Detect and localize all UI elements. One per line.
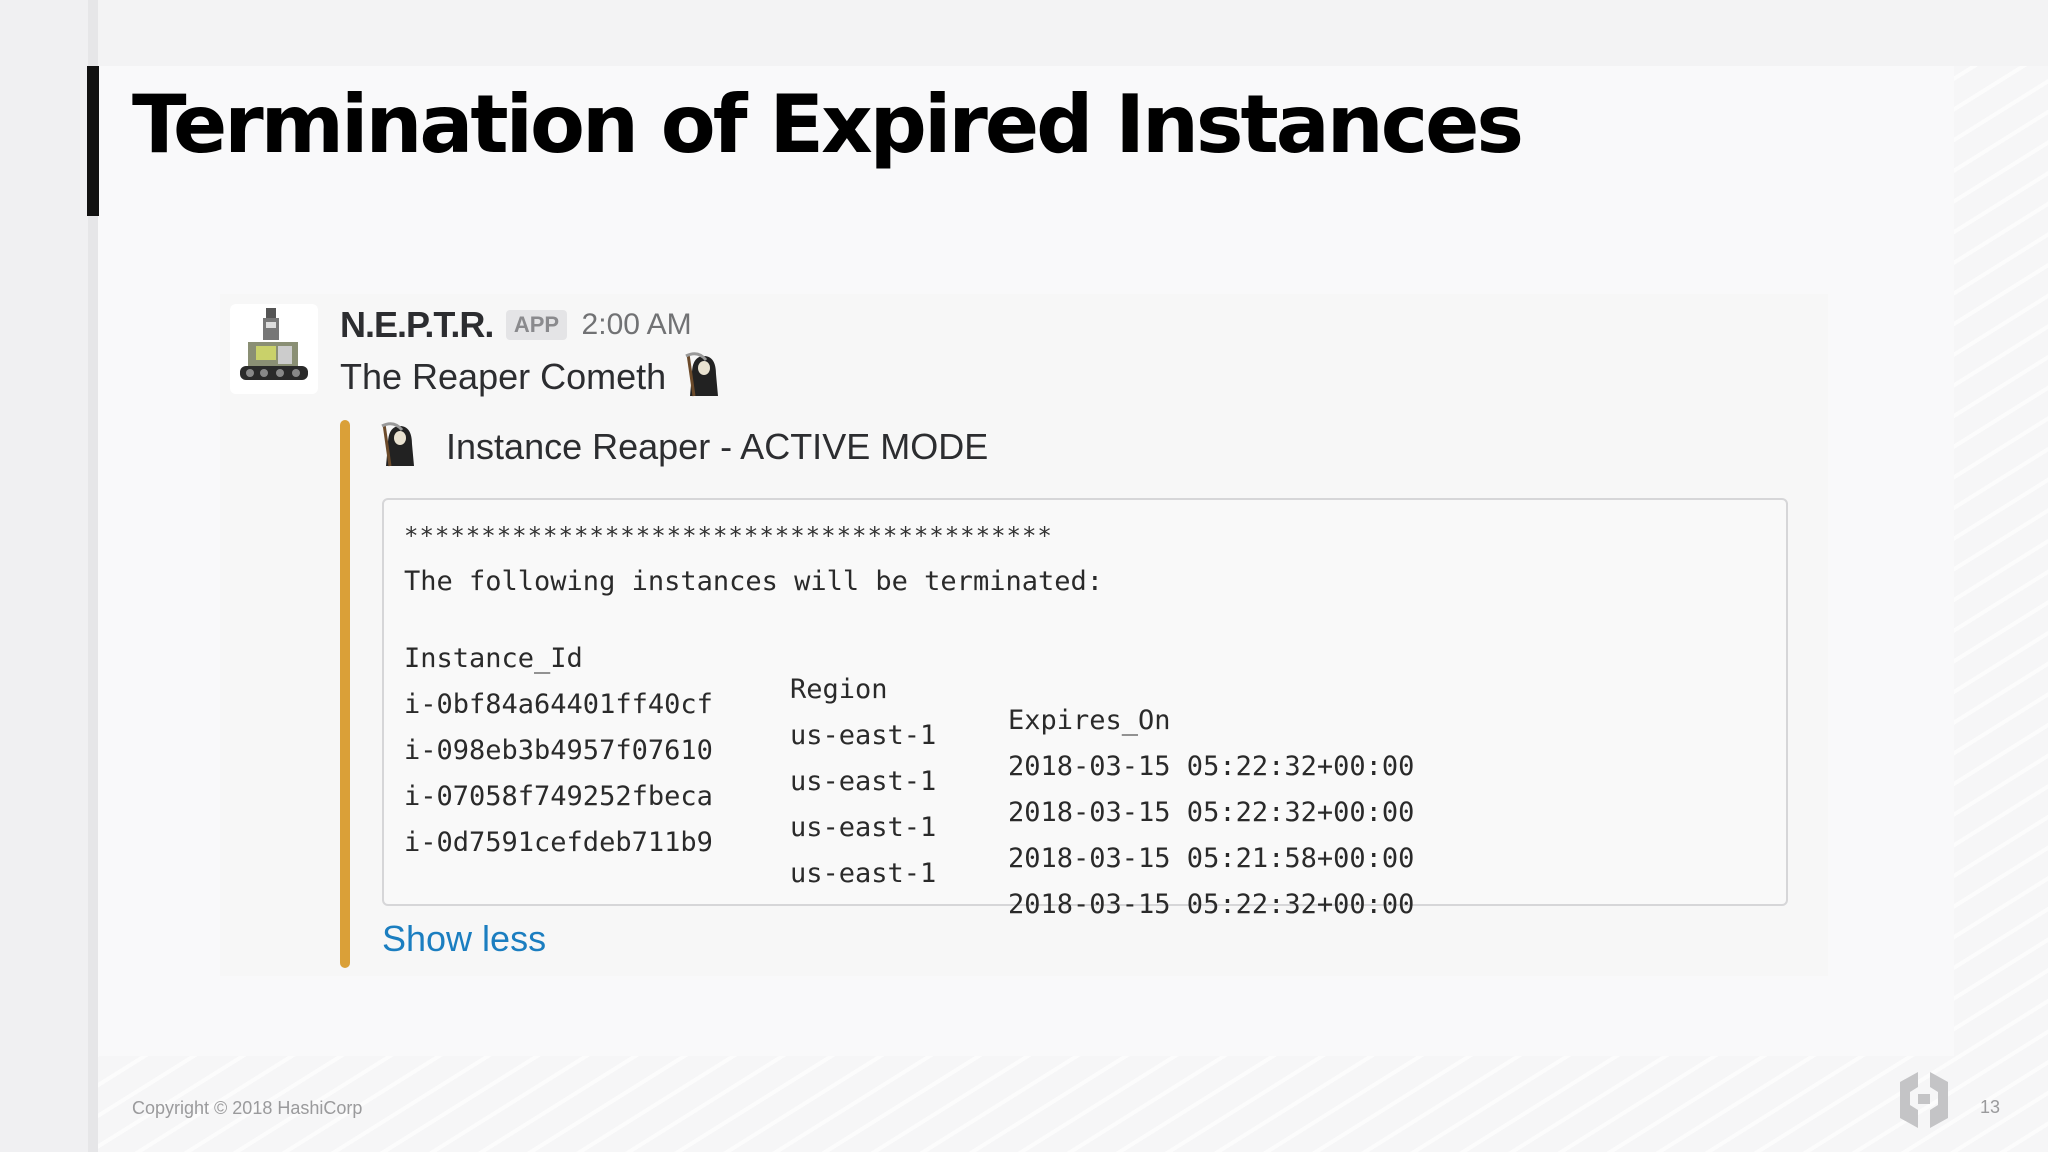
attachment-title: Instance Reaper - ACTIVE MODE xyxy=(446,426,989,468)
table-row: i-0d7591cefdeb711b9 us-east-1 2018-03-15… xyxy=(384,796,1784,920)
top-strip xyxy=(98,0,2048,66)
attachment-accent-bar xyxy=(340,420,350,968)
message-text-row: The Reaper Cometh xyxy=(340,352,724,407)
grim-reaper-icon xyxy=(684,352,724,407)
instance-expires: 2018-03-15 05:22:32+00:00 xyxy=(1008,889,1415,920)
slack-message-card: N.E.P.T.R. APP 2:00 AM The Reaper Cometh… xyxy=(220,294,1828,976)
grim-reaper-icon xyxy=(380,422,420,477)
app-badge: APP xyxy=(505,310,568,340)
message-timestamp[interactable]: 2:00 AM xyxy=(582,308,692,341)
code-block: ****************************************… xyxy=(382,498,1788,920)
instance-region: us-east-1 xyxy=(790,858,937,889)
table-row: i-0bf84a64401ff40cf us-east-1 2018-03-15… xyxy=(384,658,1784,782)
table-row: i-07058f749252fbeca us-east-1 2018-03-15… xyxy=(384,750,1784,874)
left-rail xyxy=(0,0,88,1152)
author-name[interactable]: N.E.P.T.R. xyxy=(340,304,494,345)
table-row: i-098eb3b4957f07610 us-east-1 2018-03-15… xyxy=(384,704,1784,828)
show-less-link[interactable]: Show less xyxy=(382,918,546,960)
message-header: N.E.P.T.R. APP 2:00 AM xyxy=(340,304,692,346)
instance-expires: 2018-03-15 05:21:58+00:00 xyxy=(1008,843,1415,874)
message-text: The Reaper Cometh xyxy=(340,356,667,398)
code-separator: ****************************************… xyxy=(404,522,1053,550)
page-number: 13 xyxy=(1980,1097,2001,1117)
title-accent-bar xyxy=(87,66,99,216)
instance-id: i-0d7591cefdeb711b9 xyxy=(404,827,713,858)
attachment-title-row: Instance Reaper - ACTIVE MODE xyxy=(380,422,988,477)
robot-avatar-icon[interactable] xyxy=(230,304,318,394)
slide-title: Termination of Expired Instances xyxy=(132,78,1524,171)
footer-copyright: Copyright © 2018 HashiCorp xyxy=(132,1098,363,1118)
code-header-row: Instance_Id Region Expires_On xyxy=(384,612,1784,736)
hashicorp-logo-icon xyxy=(1896,1070,1952,1130)
code-intro: The following instances will be terminat… xyxy=(404,566,1103,597)
